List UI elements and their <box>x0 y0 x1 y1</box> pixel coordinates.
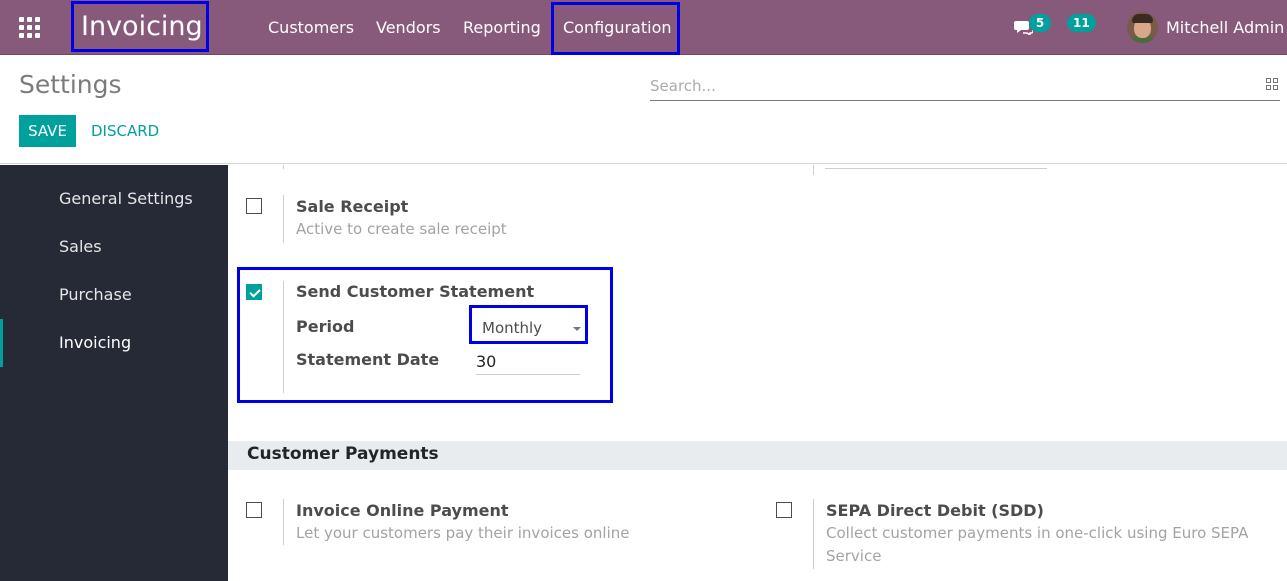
sidebar-item-invoicing[interactable]: Invoicing <box>0 319 228 367</box>
field-underline <box>825 168 1047 169</box>
sale-receipt-description: Active to create sale receipt <box>296 220 507 238</box>
messaging-menu[interactable]: 5 <box>1014 14 1054 39</box>
sale-receipt-title: Sale Receipt <box>296 197 409 216</box>
search-options-icon[interactable] <box>1266 78 1278 90</box>
statement-date-label: Statement Date <box>296 350 440 369</box>
period-select[interactable]: Monthly <box>481 317 581 341</box>
divider <box>283 195 284 243</box>
sale-receipt-checkbox[interactable] <box>246 198 262 214</box>
customer-statement-checkbox[interactable] <box>246 284 262 300</box>
user-avatar[interactable] <box>1127 12 1158 43</box>
sidebar-item-label: Sales <box>59 237 102 256</box>
search-bar <box>650 72 1280 101</box>
customer-statement-title: Send Customer Statement <box>296 282 535 301</box>
section-header: Customer Payments <box>228 441 1287 470</box>
divider <box>283 499 284 545</box>
divider <box>813 165 814 175</box>
statement-date-input[interactable] <box>476 349 580 375</box>
sidebar-item-sales[interactable]: Sales <box>0 223 228 271</box>
menu-customers[interactable]: Customers <box>268 0 354 55</box>
divider <box>283 165 284 169</box>
caret-down-icon <box>573 327 581 331</box>
activities-badge[interactable]: 11 <box>1067 14 1096 32</box>
search-input[interactable] <box>650 72 1250 100</box>
sidebar-item-general-settings[interactable]: General Settings <box>0 175 228 223</box>
online-payment-title: Invoice Online Payment <box>296 501 509 520</box>
online-payment-checkbox[interactable] <box>246 502 262 518</box>
user-name[interactable]: Mitchell Admin <box>1166 0 1284 55</box>
app-name[interactable]: Invoicing <box>71 1 209 52</box>
configuration-highlight-box <box>551 2 680 55</box>
page-title: Settings <box>19 70 122 99</box>
save-button[interactable]: SAVE <box>19 115 76 147</box>
discard-button[interactable]: DISCARD <box>91 115 159 147</box>
apps-menu-icon[interactable] <box>19 17 41 38</box>
menu-vendors[interactable]: Vendors <box>376 0 441 55</box>
divider <box>283 281 284 393</box>
messages-badge: 5 <box>1029 14 1051 32</box>
sepa-checkbox[interactable] <box>776 502 792 518</box>
sepa-description: Collect customer payments in one-click u… <box>826 524 1249 565</box>
control-panel: Settings SAVE DISCARD <box>0 56 1287 164</box>
top-navbar: Invoicing Customers Vendors Reporting Co… <box>0 0 1287 55</box>
sidebar-item-purchase[interactable]: Purchase <box>0 271 228 319</box>
active-indicator <box>0 319 3 367</box>
sidebar-item-label: General Settings <box>59 189 193 208</box>
sepa-title: SEPA Direct Debit (SDD) <box>826 501 1044 520</box>
divider <box>813 499 814 569</box>
settings-content: Sale Receipt Active to create sale recei… <box>228 165 1287 581</box>
section-title: Customer Payments <box>247 444 439 464</box>
sidebar-item-label: Purchase <box>59 285 132 304</box>
period-value: Monthly <box>482 319 543 337</box>
online-payment-description: Let your customers pay their invoices on… <box>296 524 630 542</box>
settings-sidebar: General Settings Sales Purchase Invoicin… <box>0 165 228 581</box>
menu-reporting[interactable]: Reporting <box>463 0 541 55</box>
sidebar-item-label: Invoicing <box>59 333 132 352</box>
period-label: Period <box>296 317 355 336</box>
